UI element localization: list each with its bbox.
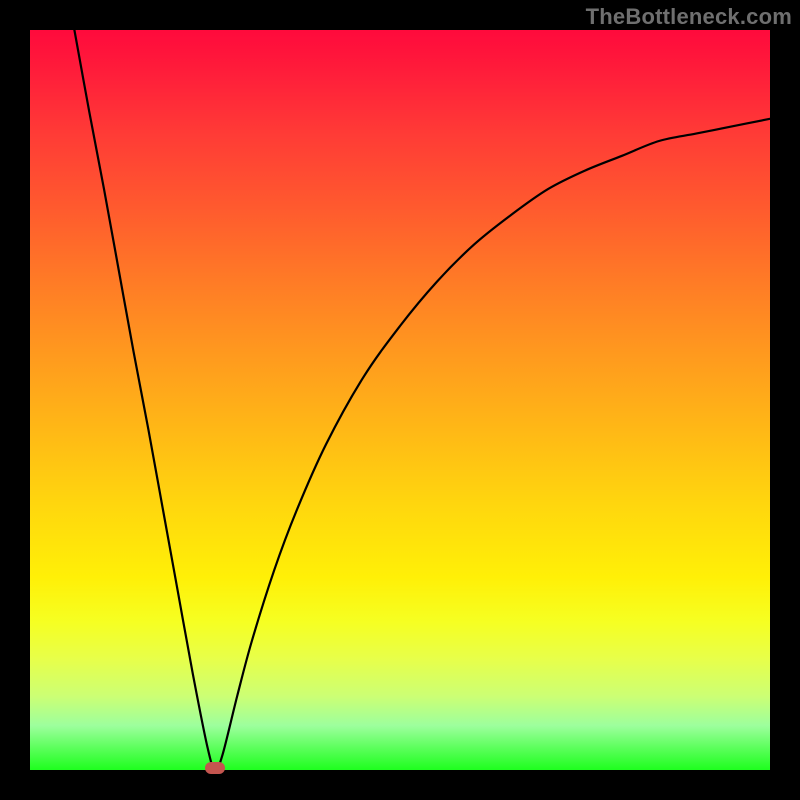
plot-area	[30, 30, 770, 770]
curve-layer	[30, 30, 770, 770]
watermark-text: TheBottleneck.com	[586, 4, 792, 30]
bottleneck-curve	[74, 30, 770, 770]
chart-frame: TheBottleneck.com	[0, 0, 800, 800]
curve-min-marker	[205, 762, 225, 774]
